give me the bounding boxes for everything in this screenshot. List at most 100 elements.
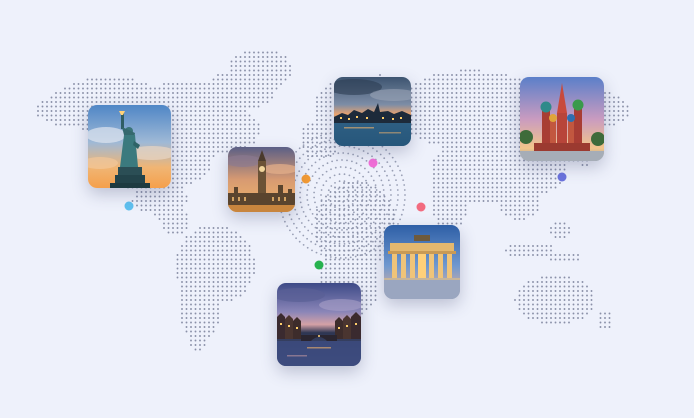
map-dot	[396, 199, 399, 201]
map-dot	[333, 213, 336, 216]
map-dot	[131, 87, 134, 90]
map-dot	[500, 173, 503, 175]
map-dot	[349, 220, 352, 223]
canal-photo	[277, 283, 361, 366]
map-dot	[361, 272, 363, 274]
map-dot	[428, 105, 431, 108]
map-dot	[230, 240, 233, 243]
map-dot	[514, 218, 516, 220]
map-dot	[208, 312, 210, 315]
map-dot	[451, 155, 453, 157]
map-dot	[362, 238, 365, 240]
map-dot	[523, 299, 525, 301]
map-dot	[109, 96, 111, 99]
location-marker-green[interactable]	[314, 260, 324, 270]
map-dot	[145, 209, 147, 211]
map-dot	[400, 174, 403, 177]
map-dot	[329, 236, 332, 238]
map-dot	[194, 177, 197, 180]
map-dot	[307, 146, 309, 148]
map-dot	[554, 227, 557, 229]
map-dot	[339, 222, 342, 224]
map-dot	[478, 92, 480, 94]
map-dot	[613, 105, 615, 108]
map-dot	[329, 176, 331, 179]
london-photo-card[interactable]	[228, 147, 295, 212]
location-marker-cyan[interactable]	[124, 201, 134, 211]
map-dot	[239, 78, 242, 81]
map-dot	[212, 317, 215, 319]
map-dot	[500, 101, 503, 103]
berlin-photo-card[interactable]	[384, 225, 460, 299]
map-dot	[235, 69, 237, 72]
map-dot	[185, 303, 188, 306]
map-dot	[351, 185, 354, 187]
map-dot	[185, 290, 188, 292]
map-dot	[194, 173, 197, 175]
map-dot	[302, 146, 305, 148]
new-york-photo-card[interactable]	[88, 105, 171, 188]
map-dot	[491, 182, 494, 184]
map-dot	[424, 123, 426, 126]
map-dot	[379, 249, 381, 252]
map-dot	[181, 222, 183, 225]
map-dot	[217, 92, 219, 94]
map-dot	[208, 326, 210, 328]
map-dot	[554, 308, 557, 310]
map-dot	[446, 218, 449, 220]
map-dot	[136, 191, 138, 193]
moscow-photo-card[interactable]	[520, 77, 604, 161]
map-dot	[487, 132, 489, 135]
map-dot	[568, 285, 570, 288]
location-marker-pink[interactable]	[368, 158, 378, 168]
waterfront-city-photo-card[interactable]	[334, 77, 411, 146]
map-dot	[64, 105, 66, 108]
map-dot	[482, 110, 485, 112]
map-dot	[199, 299, 201, 301]
map-dot	[235, 258, 237, 261]
map-dot	[464, 83, 467, 85]
map-dot	[496, 195, 498, 198]
map-dot	[127, 92, 129, 94]
map-dot	[199, 344, 201, 346]
map-dot	[172, 101, 174, 103]
map-dot	[374, 276, 377, 279]
map-dot	[341, 229, 343, 231]
map-dot	[491, 92, 494, 94]
map-dot	[190, 285, 192, 288]
map-dot	[590, 308, 593, 310]
map-dot	[487, 123, 489, 126]
map-dot	[302, 128, 305, 130]
location-marker-indigo[interactable]	[557, 172, 567, 182]
map-dot	[325, 133, 327, 136]
map-dot	[361, 236, 363, 238]
map-dot	[181, 294, 183, 297]
map-dot	[622, 110, 624, 112]
map-dot	[433, 110, 435, 112]
map-dot	[208, 83, 210, 85]
map-dot	[235, 254, 237, 256]
map-dot	[221, 101, 224, 103]
map-dot	[190, 245, 192, 247]
map-dot	[158, 96, 161, 99]
map-dot	[359, 254, 362, 257]
map-dot	[496, 101, 498, 103]
map-dot	[509, 87, 512, 90]
location-marker-orange[interactable]	[301, 174, 311, 184]
map-dot	[271, 78, 273, 81]
map-dot	[348, 206, 350, 209]
map-dot	[460, 123, 462, 126]
map-dot	[500, 83, 503, 85]
map-dot	[397, 165, 399, 168]
amsterdam-photo-card[interactable]	[277, 283, 361, 366]
map-dot	[190, 326, 192, 328]
map-dot	[518, 164, 521, 166]
map-dot	[275, 87, 278, 90]
map-dot	[518, 299, 521, 301]
location-marker-coral[interactable]	[416, 202, 426, 212]
map-dot	[550, 321, 552, 324]
map-dot	[464, 155, 467, 157]
map-dot	[442, 182, 444, 184]
map-dot	[190, 87, 192, 90]
map-dot	[419, 114, 422, 117]
